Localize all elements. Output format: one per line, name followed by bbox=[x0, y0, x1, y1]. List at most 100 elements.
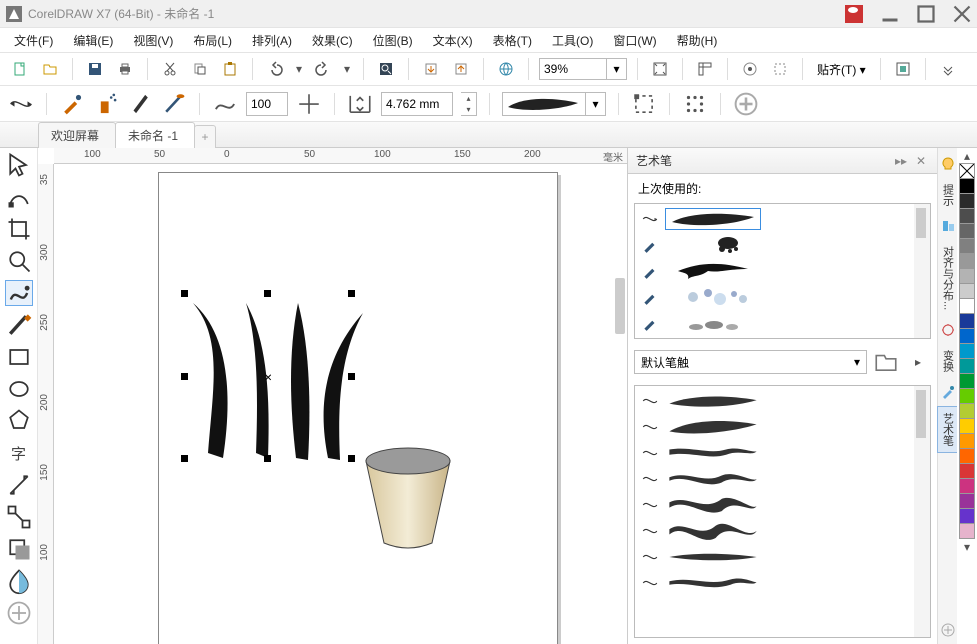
menu-edit[interactable]: 编辑(E) bbox=[65, 30, 121, 51]
color-swatch[interactable] bbox=[959, 463, 975, 479]
zoom-combo[interactable]: ▾ bbox=[539, 57, 627, 81]
pick-tool-icon[interactable] bbox=[5, 152, 33, 178]
undo-dropdown-icon[interactable]: ▾ bbox=[293, 57, 305, 81]
selection-handle[interactable] bbox=[264, 290, 271, 297]
polygon-tool-icon[interactable] bbox=[5, 408, 33, 434]
parallel-dimension-tool-icon[interactable] bbox=[5, 472, 33, 498]
connector-tool-icon[interactable] bbox=[5, 504, 33, 530]
brush-item[interactable] bbox=[637, 440, 928, 466]
color-swatch[interactable] bbox=[959, 283, 975, 299]
color-swatch[interactable] bbox=[959, 373, 975, 389]
tab-add-button[interactable]: + bbox=[194, 125, 216, 148]
brush-item[interactable] bbox=[637, 258, 928, 284]
menu-table[interactable]: 表格(T) bbox=[485, 30, 540, 51]
import-icon[interactable] bbox=[419, 57, 443, 81]
smoothing-slider-icon[interactable] bbox=[296, 91, 322, 117]
sprayer-mode-icon[interactable] bbox=[93, 91, 119, 117]
sidetab-transform[interactable]: 变换 bbox=[938, 344, 958, 378]
zoom-dropdown-icon[interactable]: ▾ bbox=[607, 58, 627, 80]
selection-handle[interactable] bbox=[181, 290, 188, 297]
selection-handle[interactable] bbox=[264, 455, 271, 462]
pressure-mode-icon[interactable] bbox=[161, 91, 187, 117]
transform-icon[interactable] bbox=[940, 322, 956, 338]
no-color-swatch[interactable] bbox=[959, 163, 975, 179]
docker-header[interactable]: 艺术笔 ▸▸ ✕ bbox=[628, 148, 937, 174]
color-swatch[interactable] bbox=[959, 523, 975, 539]
fullscreen-icon[interactable] bbox=[648, 57, 672, 81]
preset-mode-icon[interactable] bbox=[8, 91, 34, 117]
color-swatch[interactable] bbox=[959, 208, 975, 224]
canvas-scrollbar[interactable] bbox=[615, 278, 625, 334]
brush-item[interactable] bbox=[637, 518, 928, 544]
bounding-box-icon[interactable] bbox=[631, 91, 657, 117]
add-docker-icon[interactable] bbox=[940, 622, 956, 638]
sidetab-hint[interactable]: 提示 bbox=[938, 178, 958, 212]
stroke-width-spinner[interactable]: ▴▾ bbox=[461, 92, 477, 116]
snap-menu[interactable]: 贴齐(T) ▾ bbox=[813, 59, 870, 80]
show-rulers-icon[interactable] bbox=[693, 57, 717, 81]
cut-icon[interactable] bbox=[158, 57, 182, 81]
menu-file[interactable]: 文件(F) bbox=[6, 30, 61, 51]
transparency-tool-icon[interactable] bbox=[5, 568, 33, 594]
smoothing-input[interactable] bbox=[246, 92, 288, 116]
docker-collapse-icon[interactable]: ▸▸ bbox=[893, 153, 909, 169]
selection-handle[interactable] bbox=[348, 373, 355, 380]
open-file-icon[interactable] bbox=[38, 57, 62, 81]
stroke-width-input[interactable] bbox=[381, 92, 453, 116]
horizontal-ruler[interactable]: 100 50 0 50 100 150 200 毫米 bbox=[54, 148, 627, 164]
print-icon[interactable] bbox=[113, 57, 137, 81]
crop-tool-icon[interactable] bbox=[5, 216, 33, 242]
redo-dropdown-icon[interactable]: ▾ bbox=[341, 57, 353, 81]
sidetab-artpen[interactable]: 艺术笔 bbox=[937, 406, 959, 453]
selection-handle[interactable] bbox=[348, 290, 355, 297]
selection-handle[interactable] bbox=[348, 455, 355, 462]
hint-icon[interactable] bbox=[940, 156, 956, 172]
drop-shadow-tool-icon[interactable] bbox=[5, 536, 33, 562]
brush-item[interactable] bbox=[637, 492, 928, 518]
freehand-tool-icon[interactable] bbox=[5, 280, 33, 306]
ellipse-tool-icon[interactable] bbox=[5, 376, 33, 402]
menu-text[interactable]: 文本(X) bbox=[425, 30, 481, 51]
show-guides-icon[interactable] bbox=[768, 57, 792, 81]
menu-help[interactable]: 帮助(H) bbox=[669, 30, 726, 51]
artpen-icon[interactable] bbox=[940, 384, 956, 400]
browse-folder-icon[interactable] bbox=[873, 349, 899, 375]
menu-effects[interactable]: 效果(C) bbox=[304, 30, 361, 51]
brush-item[interactable] bbox=[637, 466, 928, 492]
search-icon[interactable] bbox=[374, 57, 398, 81]
brush-item[interactable] bbox=[637, 570, 928, 596]
shape-tool-icon[interactable] bbox=[5, 184, 33, 210]
brush-item[interactable] bbox=[637, 310, 928, 336]
brush-item[interactable] bbox=[637, 414, 928, 440]
color-swatch[interactable] bbox=[959, 493, 975, 509]
preset-category-combo[interactable]: 默认笔触 ▾ bbox=[634, 350, 867, 374]
list-scrollbar[interactable] bbox=[914, 386, 930, 637]
brush-item[interactable] bbox=[637, 206, 928, 232]
selection-handle[interactable] bbox=[181, 373, 188, 380]
docker-close-icon[interactable]: ✕ bbox=[913, 153, 929, 169]
canvas-area[interactable]: 100 50 0 50 100 150 200 毫米 35 300 250 20… bbox=[38, 148, 627, 644]
redo-icon[interactable] bbox=[311, 57, 335, 81]
tab-document[interactable]: 未命名 -1 bbox=[115, 122, 195, 148]
freehand-smoothing-icon[interactable] bbox=[212, 91, 238, 117]
brush-mode-icon[interactable] bbox=[59, 91, 85, 117]
color-swatch[interactable] bbox=[959, 508, 975, 524]
color-swatch[interactable] bbox=[959, 403, 975, 419]
stroke-width-icon[interactable] bbox=[347, 91, 373, 117]
color-swatch[interactable] bbox=[959, 418, 975, 434]
color-swatch[interactable] bbox=[959, 223, 975, 239]
color-swatch[interactable] bbox=[959, 478, 975, 494]
panel-menu-icon[interactable]: ▸ bbox=[905, 349, 931, 375]
minimize-button[interactable] bbox=[881, 5, 899, 23]
brush-item[interactable] bbox=[637, 232, 928, 258]
undo-icon[interactable] bbox=[263, 57, 287, 81]
paste-icon[interactable] bbox=[218, 57, 242, 81]
color-swatch[interactable] bbox=[959, 448, 975, 464]
brush-item[interactable] bbox=[637, 544, 928, 570]
export-icon[interactable] bbox=[449, 57, 473, 81]
palette-up-icon[interactable]: ▴ bbox=[955, 148, 977, 164]
menu-arrange[interactable]: 排列(A) bbox=[244, 30, 300, 51]
palette-down-icon[interactable]: ▾ bbox=[955, 539, 977, 555]
color-swatch[interactable] bbox=[959, 433, 975, 449]
brush-preset-combo[interactable]: ▾ bbox=[502, 92, 606, 116]
